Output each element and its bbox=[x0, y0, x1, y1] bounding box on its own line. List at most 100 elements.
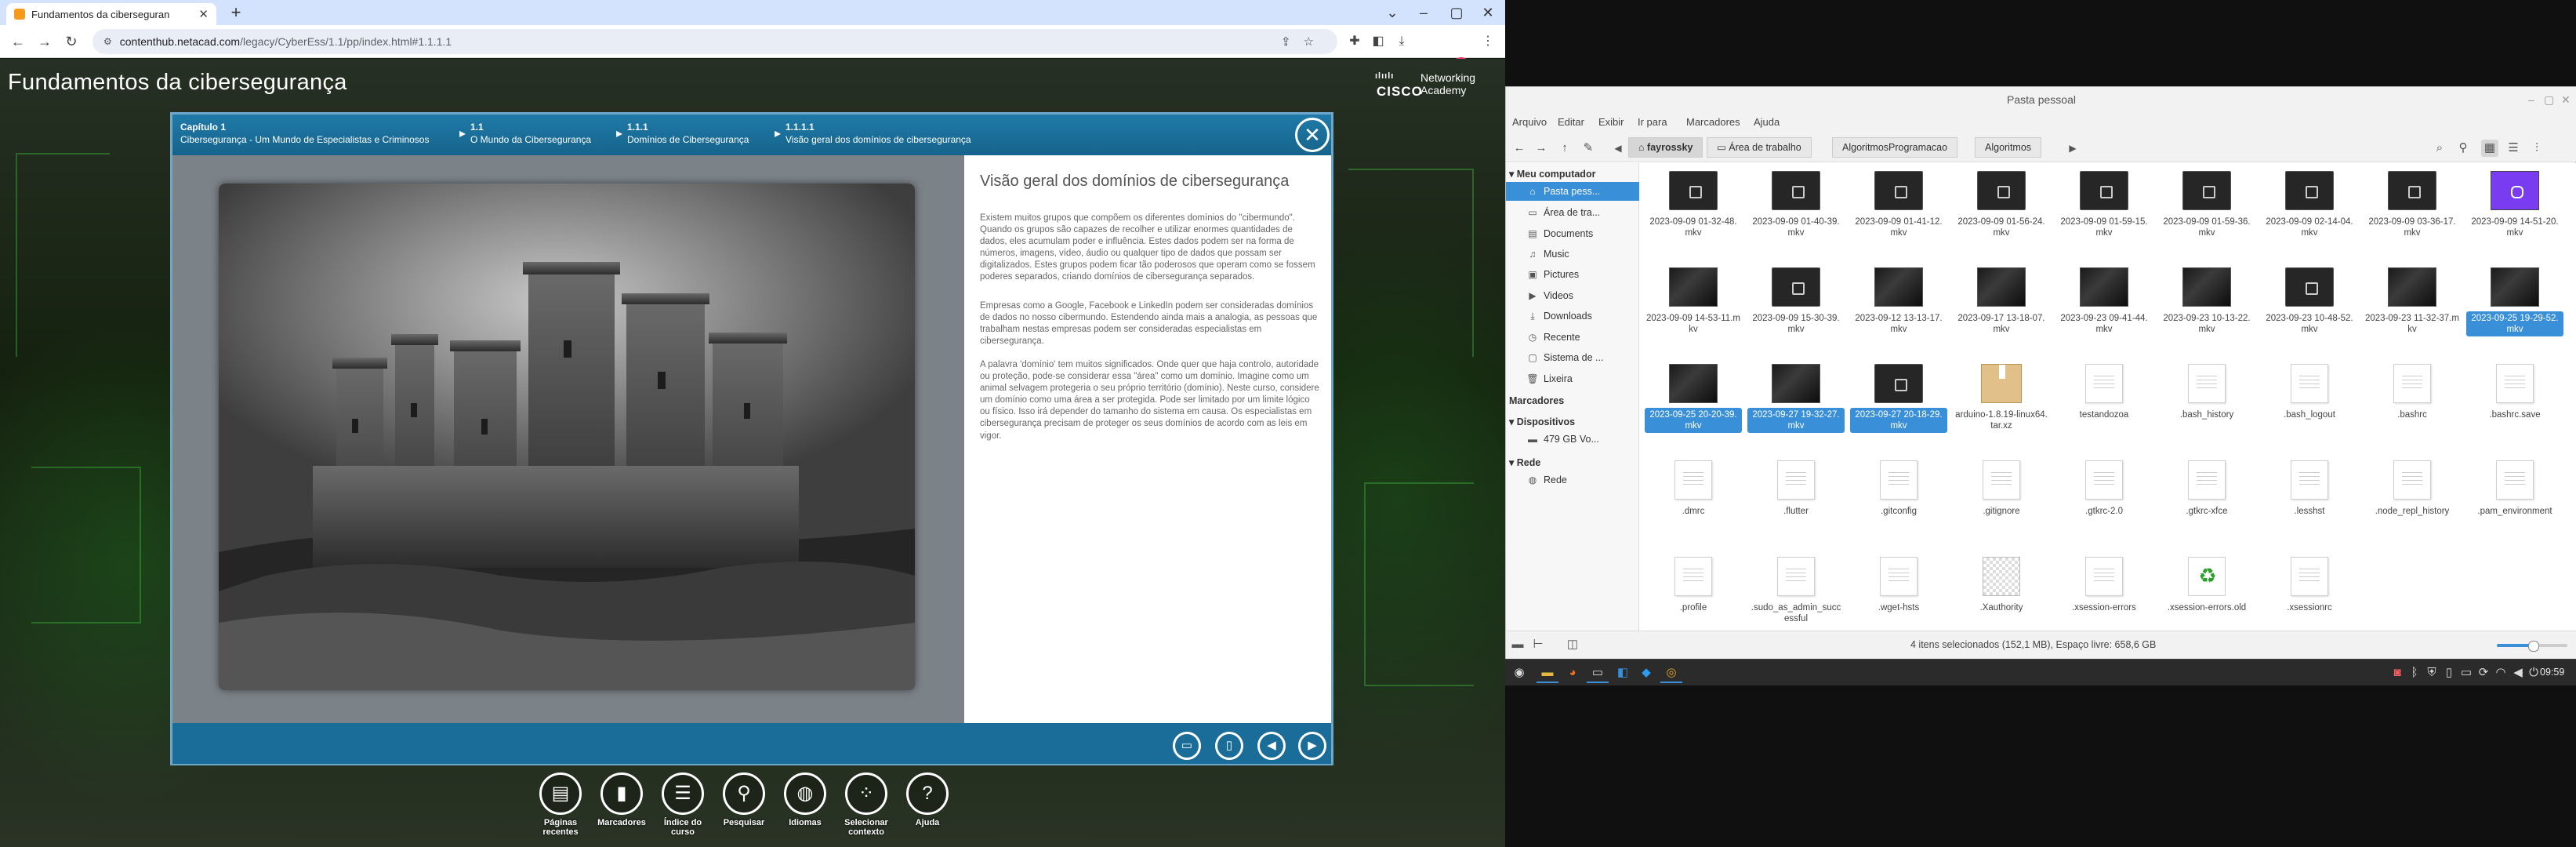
file-item[interactable]: .bash_logout bbox=[2261, 364, 2358, 422]
file-item[interactable]: 2023-09-25 19-29-52.mkv bbox=[2466, 267, 2563, 336]
browser-tab[interactable]: Fundamentos da ciberseguran ✕ bbox=[6, 3, 216, 25]
file-item[interactable]: .gitignore bbox=[1953, 460, 2050, 518]
breadcrumb-item[interactable]: Capítulo 1 Cibersegurança - Um Mundo de E… bbox=[180, 121, 429, 146]
file-item[interactable]: 2023-09-23 11-32-37.mkv bbox=[2364, 267, 2461, 336]
sidebar-item-filesystem[interactable]: ▢ Sistema de ... bbox=[1506, 348, 1639, 367]
files-app-icon[interactable]: ▬ bbox=[1537, 663, 1558, 683]
icon-view-icon[interactable]: ▦ bbox=[2481, 140, 2498, 157]
tree-icon[interactable]: ⊢ bbox=[1529, 636, 1547, 653]
course-index-button[interactable]: ☰ Índice do curso bbox=[655, 772, 710, 837]
file-item[interactable]: .gitconfig bbox=[1850, 460, 1947, 518]
minimize-button[interactable]: – bbox=[1408, 2, 1439, 24]
languages-button[interactable]: ◍ Idiomas bbox=[778, 772, 833, 827]
sidebar-item-trash[interactable]: 🗑 Lixeira bbox=[1506, 369, 1639, 388]
file-item[interactable]: .gtkrc-2.0 bbox=[2055, 460, 2153, 518]
compact-view-icon[interactable]: ⫶ bbox=[2528, 140, 2545, 157]
file-item[interactable]: .xsession-errors bbox=[2055, 557, 2153, 615]
bookmark-star-icon[interactable]: ☆ bbox=[1304, 35, 1314, 49]
file-item[interactable]: testandozoa bbox=[2055, 364, 2153, 422]
path-button-home[interactable]: ⌂ fayrossky bbox=[1628, 137, 1703, 158]
sidebar-item-documents[interactable]: ▤ Documents bbox=[1506, 224, 1639, 243]
sidebar-header[interactable]: ▾ Rede bbox=[1509, 456, 1540, 468]
path-button[interactable]: Algoritmos bbox=[1975, 137, 2042, 158]
file-item[interactable]: 2023-09-09 01-56-24.mkv bbox=[1953, 171, 2050, 240]
forward-arrow-icon[interactable]: → bbox=[34, 31, 55, 52]
file-item[interactable]: .Xauthority bbox=[1953, 557, 2050, 615]
sidebar-item-desktop[interactable]: ▭ Área de tra... bbox=[1506, 203, 1639, 222]
file-item[interactable]: 2023-09-27 20-18-29.mkv bbox=[1850, 364, 1947, 433]
file-item[interactable]: 2023-09-09 03-36-17.mkv bbox=[2364, 171, 2461, 240]
omnibox[interactable]: ⚙ contenthub.netacad.com/legacy/CyberEss… bbox=[93, 29, 1337, 54]
file-item[interactable]: 2023-09-09 01-59-36.mkv bbox=[2158, 171, 2255, 240]
file-item[interactable]: 2023-09-09 01-40-39.mkv bbox=[1747, 171, 1845, 240]
forward-arrow-icon[interactable]: → bbox=[1533, 140, 1550, 157]
zoom-slider[interactable] bbox=[2497, 641, 2567, 652]
sidebar-header[interactable]: ▾ Meu computador bbox=[1509, 168, 1595, 180]
path-button[interactable]: ▭ Área de trabalho bbox=[1707, 137, 1812, 158]
file-item[interactable]: 2023-09-09 01-32-48.mkv bbox=[1645, 171, 1742, 240]
file-item[interactable]: .xsession-errors.old bbox=[2158, 557, 2255, 615]
open-terminal-icon[interactable]: ⌕ bbox=[2431, 140, 2448, 157]
sidebar-item-recent[interactable]: ◷ Recente bbox=[1506, 328, 1639, 347]
file-item[interactable]: .bashrc bbox=[2364, 364, 2461, 422]
file-item[interactable]: .flutter bbox=[1747, 460, 1845, 518]
menu-item[interactable]: Ir para bbox=[1638, 116, 1667, 128]
extensions-puzzle-icon[interactable]: ✚ bbox=[1345, 32, 1364, 51]
close-window-button[interactable]: ✕ bbox=[2561, 87, 2571, 112]
tab-close-icon[interactable]: ✕ bbox=[198, 7, 209, 21]
reading-list-icon[interactable]: ◧ bbox=[1369, 32, 1388, 51]
firefox-icon[interactable]: ◕ bbox=[1562, 663, 1584, 683]
vscode-icon[interactable]: ◆ bbox=[1635, 663, 1657, 683]
sidebar-item-downloads[interactable]: ⤓ Downloads bbox=[1506, 307, 1639, 325]
file-item[interactable]: 2023-09-23 09-41-44.mkv bbox=[2055, 267, 2153, 336]
menu-item[interactable]: Marcadores bbox=[1686, 116, 1740, 128]
maximize-button[interactable]: ▢ bbox=[2544, 87, 2554, 112]
file-item[interactable]: .dmrc bbox=[1645, 460, 1742, 518]
chrome-menu-icon[interactable]: ⋮ bbox=[1478, 32, 1497, 51]
path-button[interactable]: AlgoritmosProgramacao bbox=[1832, 137, 1958, 158]
maximize-button[interactable]: ▢ bbox=[1441, 2, 1472, 24]
file-item[interactable]: .bash_history bbox=[2158, 364, 2255, 422]
file-item[interactable]: 2023-09-12 13-13-17.mkv bbox=[1850, 267, 1947, 336]
file-item[interactable]: .pam_environment bbox=[2466, 460, 2563, 518]
path-left-chevron-icon[interactable]: ◀ bbox=[1609, 140, 1627, 157]
file-item[interactable]: 2023-09-09 14-53-11.mkv bbox=[1645, 267, 1742, 336]
sidebar-item-home[interactable]: ⌂ Pasta pess... bbox=[1506, 182, 1639, 201]
ide-icon[interactable]: ◧ bbox=[1612, 663, 1634, 683]
close-window-button[interactable]: ✕ bbox=[1472, 2, 1504, 24]
next-page-button[interactable]: ▶ bbox=[1298, 732, 1326, 760]
tab-search-icon[interactable]: ⌄ bbox=[1377, 2, 1408, 24]
places-icon[interactable]: ▬ bbox=[1509, 636, 1526, 653]
file-item[interactable]: 2023-09-23 10-13-22.mkv bbox=[2158, 267, 2255, 336]
list-view-icon[interactable]: ☰ bbox=[2505, 140, 2522, 157]
file-item[interactable]: .lesshst bbox=[2261, 460, 2358, 518]
menu-item[interactable]: Editar bbox=[1558, 116, 1584, 128]
file-item[interactable]: .node_repl_history bbox=[2364, 460, 2461, 518]
recent-pages-button[interactable]: ▤ Páginas recentes bbox=[533, 772, 588, 837]
path-right-chevron-icon[interactable]: ▶ bbox=[2064, 140, 2081, 157]
menu-item[interactable]: Ajuda bbox=[1754, 116, 1780, 128]
file-item[interactable]: .bashrc.save bbox=[2466, 364, 2563, 422]
file-item[interactable]: 2023-09-09 15-30-39.mkv bbox=[1747, 267, 1845, 336]
sidebar-header[interactable]: Marcadores bbox=[1509, 395, 1564, 406]
download-icon[interactable]: ⤓ bbox=[1392, 32, 1411, 51]
back-arrow-icon[interactable]: ← bbox=[8, 31, 28, 52]
file-item[interactable]: 2023-09-17 13-18-07.mkv bbox=[1953, 267, 2050, 336]
previous-page-button[interactable]: ◀ bbox=[1257, 732, 1286, 760]
file-item[interactable]: 2023-09-09 01-41-12.mkv bbox=[1850, 171, 1947, 240]
terminal-icon[interactable]: ▭ bbox=[1587, 663, 1609, 683]
bookmarks-button[interactable]: ▮ Marcadores bbox=[594, 772, 649, 827]
app-menu-icon[interactable]: ◉ bbox=[1508, 663, 1530, 683]
help-button[interactable]: ? Ajuda bbox=[900, 772, 955, 827]
breadcrumb-item[interactable]: 1.1 O Mundo da Cibersegurança bbox=[470, 121, 591, 146]
comment-icon[interactable]: ▭ bbox=[1173, 732, 1201, 760]
file-item[interactable]: .xsessionrc bbox=[2261, 557, 2358, 615]
menu-item[interactable]: Exibir bbox=[1598, 116, 1624, 128]
site-info-icon[interactable]: ⚙ bbox=[103, 36, 112, 47]
menu-item[interactable]: Arquivo bbox=[1512, 116, 1547, 128]
clock[interactable]: 09:59 bbox=[2540, 667, 2564, 678]
new-tab-button[interactable]: + bbox=[226, 3, 246, 24]
search-button[interactable]: ⚲ Pesquisar bbox=[717, 772, 771, 827]
sidebar-item-videos[interactable]: ▶ Videos bbox=[1506, 286, 1639, 305]
file-item[interactable]: .gtkrc-xfce bbox=[2158, 460, 2255, 518]
